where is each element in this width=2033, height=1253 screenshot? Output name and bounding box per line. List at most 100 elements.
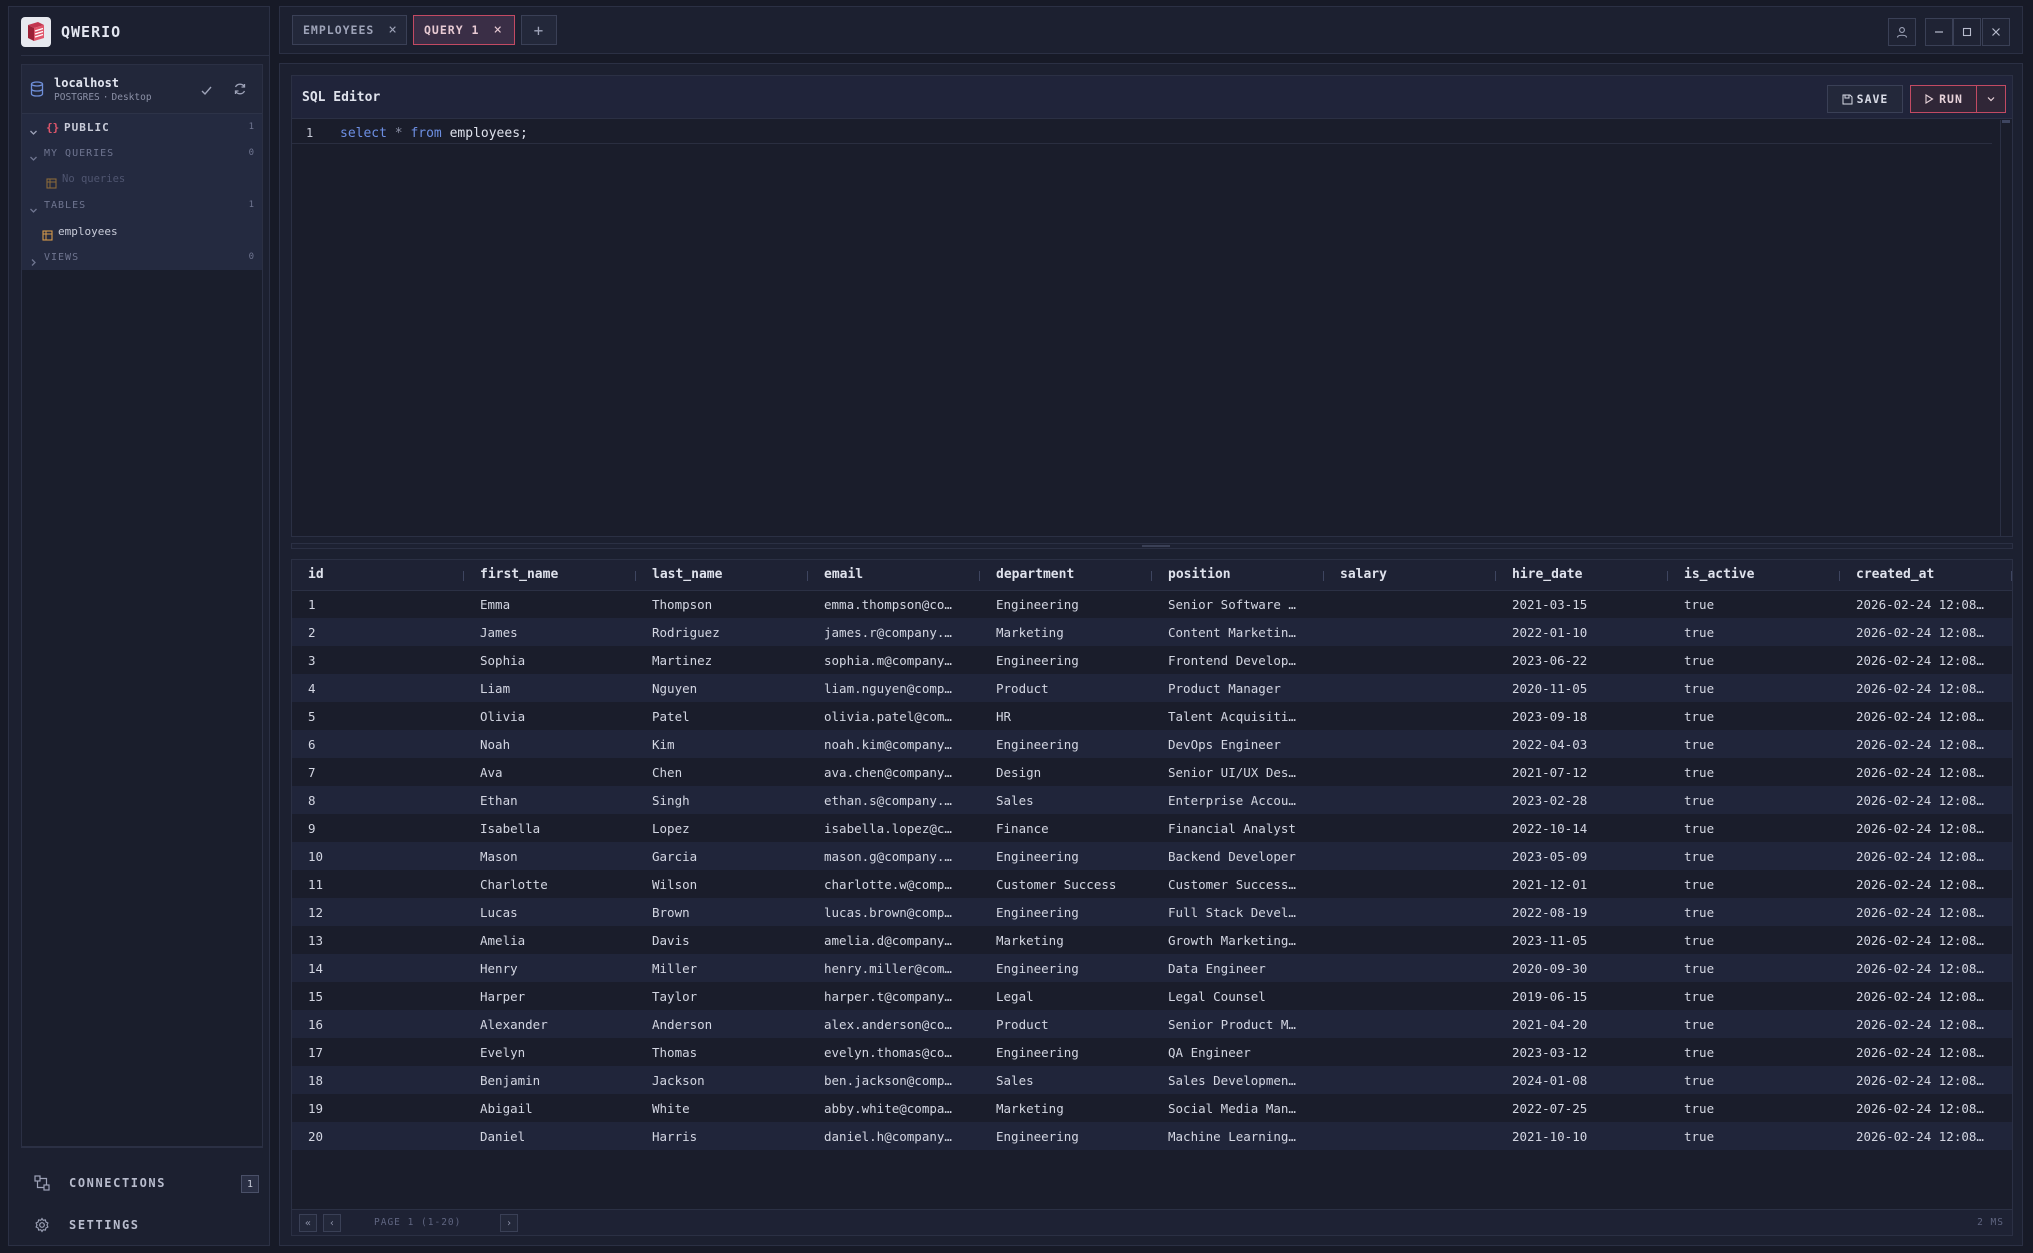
table-cell[interactable]: 4 (292, 674, 464, 702)
table-cell[interactable]: james.r@company.… (808, 618, 980, 646)
table-cell[interactable]: true (1668, 1038, 1840, 1066)
table-cell[interactable]: Rodriguez (636, 618, 808, 646)
table-cell[interactable] (1324, 926, 1496, 954)
table-cell[interactable]: Brown (636, 898, 808, 926)
table-cell[interactable]: 2021-12-01 (1496, 870, 1668, 898)
group-tables[interactable]: TABLES 1 (22, 192, 262, 218)
table-cell[interactable]: Sophia (464, 646, 636, 674)
table-cell[interactable] (1324, 982, 1496, 1010)
table-cell[interactable]: 2026-02-24 12:08… (1840, 870, 2012, 898)
table-cell[interactable]: true (1668, 590, 1840, 618)
table-cell[interactable]: Evelyn (464, 1038, 636, 1066)
table-cell[interactable]: 2020-09-30 (1496, 954, 1668, 982)
table-cell[interactable]: Backend Developer (1152, 842, 1324, 870)
table-cell[interactable] (1324, 1094, 1496, 1122)
table-cell[interactable]: 2026-02-24 12:08… (1840, 590, 2012, 618)
close-icon[interactable]: × (388, 22, 397, 38)
table-cell[interactable]: QA Engineer (1152, 1038, 1324, 1066)
table-cell[interactable]: Product Manager (1152, 674, 1324, 702)
table-cell[interactable]: charlotte.w@comp… (808, 870, 980, 898)
table-cell[interactable]: 2019-06-15 (1496, 982, 1668, 1010)
table-cell[interactable]: Charlotte (464, 870, 636, 898)
group-views[interactable]: VIEWS 0 (22, 244, 262, 270)
column-resize-handle[interactable] (2011, 571, 2012, 581)
table-row[interactable]: 19 Abigail White abby.white@compa… Marketing… (292, 1094, 2012, 1122)
table-cell[interactable]: true (1668, 926, 1840, 954)
table-row[interactable]: 20 Daniel Harris daniel.h@company… Engineeri… (292, 1122, 2012, 1150)
table-row[interactable]: 8 Ethan Singh ethan.s@company.… Sales Enterpr… (292, 786, 2012, 814)
table-cell[interactable]: Design (980, 758, 1152, 786)
table-cell[interactable]: 2021-07-12 (1496, 758, 1668, 786)
prev-page-button[interactable]: ‹ (323, 1214, 341, 1232)
column-header[interactable]: department (980, 560, 1152, 591)
table-cell[interactable] (1324, 898, 1496, 926)
table-cell[interactable]: 2026-02-24 12:08… (1840, 730, 2012, 758)
table-cell[interactable]: 2026-02-24 12:08… (1840, 982, 2012, 1010)
code-line[interactable]: 1 select * from employees; (292, 126, 1992, 144)
table-row[interactable]: 2 James Rodriguez james.r@company.… Marketin… (292, 618, 2012, 646)
table-cell[interactable] (1324, 1038, 1496, 1066)
table-cell[interactable]: Singh (636, 786, 808, 814)
table-cell[interactable]: true (1668, 758, 1840, 786)
next-page-button[interactable]: › (500, 1214, 518, 1232)
table-cell[interactable]: Senior UI/UX Des… (1152, 758, 1324, 786)
table-row[interactable]: 15 Harper Taylor harper.t@company… Legal Lega… (292, 982, 2012, 1010)
panel-resize-handle[interactable] (291, 543, 2013, 549)
table-cell[interactable]: Full Stack Devel… (1152, 898, 1324, 926)
table-cell[interactable]: alex.anderson@co… (808, 1010, 980, 1038)
table-cell[interactable]: isabella.lopez@c… (808, 814, 980, 842)
table-cell[interactable]: 13 (292, 926, 464, 954)
column-header[interactable]: id (292, 560, 464, 591)
table-cell[interactable]: Ethan (464, 786, 636, 814)
table-cell[interactable]: 2021-03-15 (1496, 590, 1668, 618)
table-cell[interactable]: Talent Acquisiti… (1152, 702, 1324, 730)
table-row[interactable]: 18 Benjamin Jackson ben.jackson@comp… Sales S… (292, 1066, 2012, 1094)
table-cell[interactable]: 2026-02-24 12:08… (1840, 926, 2012, 954)
table-cell[interactable]: 2023-06-22 (1496, 646, 1668, 674)
table-cell[interactable]: Financial Analyst (1152, 814, 1324, 842)
table-cell[interactable]: 18 (292, 1066, 464, 1094)
table-cell[interactable]: ben.jackson@comp… (808, 1066, 980, 1094)
table-cell[interactable]: Lopez (636, 814, 808, 842)
table-cell[interactable] (1324, 1010, 1496, 1038)
table-cell[interactable]: true (1668, 982, 1840, 1010)
table-row[interactable]: 14 Henry Miller henry.miller@com… Engineerin… (292, 954, 2012, 982)
table-row[interactable]: 11 Charlotte Wilson charlotte.w@comp… Custom… (292, 870, 2012, 898)
table-cell[interactable]: 19 (292, 1094, 464, 1122)
column-header[interactable]: created_at (1840, 560, 2012, 591)
table-cell[interactable]: Engineering (980, 590, 1152, 618)
table-cell[interactable]: Engineering (980, 898, 1152, 926)
table-cell[interactable]: 17 (292, 1038, 464, 1066)
table-cell[interactable]: Product (980, 1010, 1152, 1038)
table-item-employees[interactable]: employees (22, 218, 262, 244)
table-cell[interactable]: 2022-08-19 (1496, 898, 1668, 926)
table-cell[interactable]: 5 (292, 702, 464, 730)
table-cell[interactable]: Noah (464, 730, 636, 758)
table-cell[interactable]: 2026-02-24 12:08… (1840, 674, 2012, 702)
table-cell[interactable]: 2026-02-24 12:08… (1840, 1010, 2012, 1038)
table-cell[interactable]: Engineering (980, 646, 1152, 674)
group-my-queries[interactable]: MY QUERIES 0 (22, 140, 262, 166)
table-cell[interactable]: 10 (292, 842, 464, 870)
table-cell[interactable]: true (1668, 1066, 1840, 1094)
column-header[interactable]: salary (1324, 560, 1496, 591)
run-options-dropdown[interactable] (1977, 94, 2005, 104)
refresh-icon[interactable] (233, 81, 247, 100)
table-row[interactable]: 6 Noah Kim noah.kim@company… Engineering DevO… (292, 730, 2012, 758)
table-cell[interactable]: Senior Product M… (1152, 1010, 1324, 1038)
table-cell[interactable]: evelyn.thomas@co… (808, 1038, 980, 1066)
table-cell[interactable]: Frontend Develop… (1152, 646, 1324, 674)
table-cell[interactable]: Engineering (980, 1122, 1152, 1150)
table-row[interactable]: 13 Amelia Davis amelia.d@company… Marketing G… (292, 926, 2012, 954)
table-cell[interactable]: true (1668, 786, 1840, 814)
table-cell[interactable]: ava.chen@company… (808, 758, 980, 786)
table-cell[interactable]: Chen (636, 758, 808, 786)
tab-query-1[interactable]: QUERY 1 × (413, 15, 515, 45)
table-cell[interactable]: Jackson (636, 1066, 808, 1094)
table-cell[interactable]: 2023-11-05 (1496, 926, 1668, 954)
tab-employees[interactable]: EMPLOYEES × (292, 15, 407, 45)
column-header[interactable]: position (1152, 560, 1324, 591)
table-cell[interactable]: lucas.brown@comp… (808, 898, 980, 926)
table-cell[interactable]: ethan.s@company.… (808, 786, 980, 814)
table-cell[interactable]: James (464, 618, 636, 646)
